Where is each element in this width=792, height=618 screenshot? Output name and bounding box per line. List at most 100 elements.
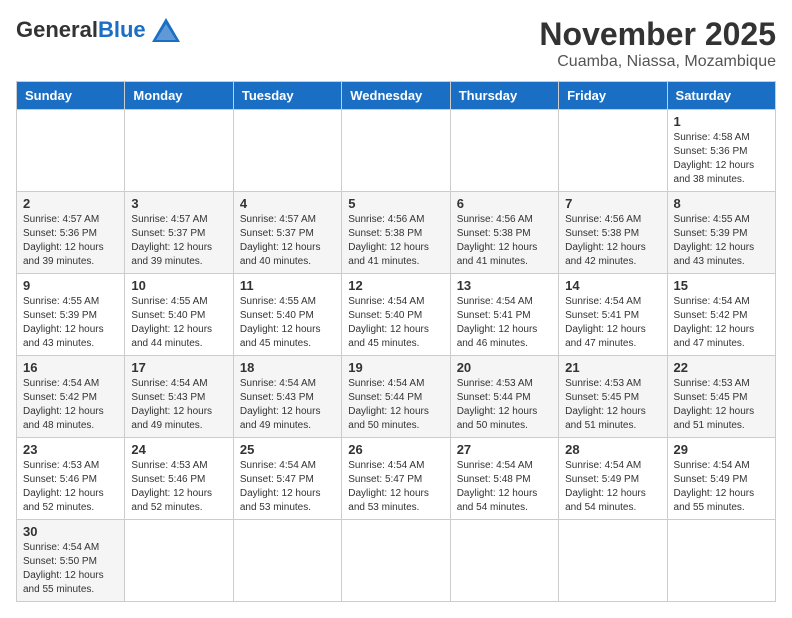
day-info: Sunrise: 4:55 AM Sunset: 5:40 PM Dayligh…: [240, 295, 335, 351]
day-info: Sunrise: 4:55 AM Sunset: 5:39 PM Dayligh…: [674, 213, 769, 269]
calendar-day-28: 28 Sunrise: 4:54 AM Sunset: 5:49 PM Dayli…: [559, 438, 667, 520]
day-info: Sunrise: 4:54 AM Sunset: 5:49 PM Dayligh…: [565, 459, 660, 515]
calendar-day-8: 8 Sunrise: 4:55 AM Sunset: 5:39 PM Daylig…: [667, 192, 775, 274]
day-info: Sunrise: 4:55 AM Sunset: 5:39 PM Dayligh…: [23, 295, 118, 351]
calendar-day-4: 4Sunrise: 4:57 AM Sunset: 5:37 PM Daylig…: [233, 192, 341, 274]
calendar-day-1: 1Sunrise: 4:58 AM Sunset: 5:36 PM Daylig…: [667, 110, 775, 192]
day-number: 16: [23, 360, 118, 375]
calendar-day-7: 7 Sunrise: 4:56 AM Sunset: 5:38 PM Daylig…: [559, 192, 667, 274]
weekday-header-monday: Monday: [125, 82, 233, 110]
calendar-empty-cell: [342, 520, 450, 602]
day-info: Sunrise: 4:54 AM Sunset: 5:43 PM Dayligh…: [240, 377, 335, 433]
logo-general: General: [16, 17, 98, 43]
day-info: Sunrise: 4:54 AM Sunset: 5:50 PM Dayligh…: [23, 541, 118, 597]
calendar-day-21: 21 Sunrise: 4:53 AM Sunset: 5:45 PM Dayli…: [559, 356, 667, 438]
day-number: 4: [240, 196, 335, 211]
day-number: 19: [348, 360, 443, 375]
calendar-day-3: 3 Sunrise: 4:57 AM Sunset: 5:37 PM Daylig…: [125, 192, 233, 274]
day-info: Sunrise: 4:57 AM Sunset: 5:36 PM Dayligh…: [23, 213, 118, 269]
weekday-header-wednesday: Wednesday: [342, 82, 450, 110]
calendar-empty-cell: [125, 110, 233, 192]
day-number: 12: [348, 278, 443, 293]
calendar-day-25: 25Sunrise: 4:54 AM Sunset: 5:47 PM Dayli…: [233, 438, 341, 520]
day-info: Sunrise: 4:53 AM Sunset: 5:46 PM Dayligh…: [23, 459, 118, 515]
day-number: 23: [23, 442, 118, 457]
calendar-day-2: 2 Sunrise: 4:57 AM Sunset: 5:36 PM Daylig…: [17, 192, 125, 274]
calendar-day-6: 6 Sunrise: 4:56 AM Sunset: 5:38 PM Daylig…: [450, 192, 558, 274]
calendar-week-row: 1Sunrise: 4:58 AM Sunset: 5:36 PM Daylig…: [17, 110, 776, 192]
logo-icon: [150, 16, 182, 44]
day-number: 28: [565, 442, 660, 457]
logo-blue: Blue: [98, 17, 146, 43]
weekday-header-saturday: Saturday: [667, 82, 775, 110]
calendar-day-30: 30 Sunrise: 4:54 AM Sunset: 5:50 PM Dayli…: [17, 520, 125, 602]
day-number: 15: [674, 278, 769, 293]
day-number: 14: [565, 278, 660, 293]
day-info: Sunrise: 4:54 AM Sunset: 5:47 PM Dayligh…: [348, 459, 443, 515]
calendar-day-26: 26 Sunrise: 4:54 AM Sunset: 5:47 PM Dayli…: [342, 438, 450, 520]
day-info: Sunrise: 4:54 AM Sunset: 5:49 PM Dayligh…: [674, 459, 769, 515]
day-info: Sunrise: 4:56 AM Sunset: 5:38 PM Dayligh…: [565, 213, 660, 269]
calendar-day-27: 27Sunrise: 4:54 AM Sunset: 5:48 PM Dayli…: [450, 438, 558, 520]
day-info: Sunrise: 4:54 AM Sunset: 5:41 PM Dayligh…: [565, 295, 660, 351]
day-number: 6: [457, 196, 552, 211]
day-info: Sunrise: 4:54 AM Sunset: 5:44 PM Dayligh…: [348, 377, 443, 433]
day-number: 25: [240, 442, 335, 457]
weekday-header-sunday: Sunday: [17, 82, 125, 110]
day-number: 2: [23, 196, 118, 211]
day-number: 5: [348, 196, 443, 211]
day-info: Sunrise: 4:53 AM Sunset: 5:46 PM Dayligh…: [131, 459, 226, 515]
calendar-day-11: 11 Sunrise: 4:55 AM Sunset: 5:40 PM Dayli…: [233, 274, 341, 356]
day-number: 26: [348, 442, 443, 457]
calendar-empty-cell: [450, 520, 558, 602]
calendar-day-17: 17 Sunrise: 4:54 AM Sunset: 5:43 PM Dayli…: [125, 356, 233, 438]
calendar-empty-cell: [233, 520, 341, 602]
day-info: Sunrise: 4:53 AM Sunset: 5:45 PM Dayligh…: [674, 377, 769, 433]
calendar-week-row: 9 Sunrise: 4:55 AM Sunset: 5:39 PM Daylig…: [17, 274, 776, 356]
day-info: Sunrise: 4:54 AM Sunset: 5:42 PM Dayligh…: [23, 377, 118, 433]
day-number: 21: [565, 360, 660, 375]
day-info: Sunrise: 4:54 AM Sunset: 5:40 PM Dayligh…: [348, 295, 443, 351]
header: General Blue November 2025 Cuamba, Niass…: [16, 16, 776, 71]
day-info: Sunrise: 4:54 AM Sunset: 5:43 PM Dayligh…: [131, 377, 226, 433]
calendar-empty-cell: [559, 520, 667, 602]
calendar-week-row: 2 Sunrise: 4:57 AM Sunset: 5:36 PM Daylig…: [17, 192, 776, 274]
logo-text: General Blue: [16, 16, 182, 44]
day-info: Sunrise: 4:54 AM Sunset: 5:41 PM Dayligh…: [457, 295, 552, 351]
day-number: 3: [131, 196, 226, 211]
day-info: Sunrise: 4:57 AM Sunset: 5:37 PM Dayligh…: [131, 213, 226, 269]
day-number: 11: [240, 278, 335, 293]
calendar-week-row: 30 Sunrise: 4:54 AM Sunset: 5:50 PM Dayli…: [17, 520, 776, 602]
day-number: 13: [457, 278, 552, 293]
day-info: Sunrise: 4:54 AM Sunset: 5:42 PM Dayligh…: [674, 295, 769, 351]
weekday-header-row: SundayMondayTuesdayWednesdayThursdayFrid…: [17, 82, 776, 110]
day-number: 18: [240, 360, 335, 375]
day-number: 1: [674, 114, 769, 129]
day-number: 10: [131, 278, 226, 293]
calendar-day-19: 19 Sunrise: 4:54 AM Sunset: 5:44 PM Dayli…: [342, 356, 450, 438]
calendar-week-row: 23 Sunrise: 4:53 AM Sunset: 5:46 PM Dayli…: [17, 438, 776, 520]
day-number: 24: [131, 442, 226, 457]
month-title: November 2025: [539, 16, 776, 53]
day-number: 8: [674, 196, 769, 211]
day-number: 30: [23, 524, 118, 539]
day-number: 7: [565, 196, 660, 211]
calendar-day-14: 14 Sunrise: 4:54 AM Sunset: 5:41 PM Dayli…: [559, 274, 667, 356]
calendar-empty-cell: [667, 520, 775, 602]
day-number: 29: [674, 442, 769, 457]
day-info: Sunrise: 4:56 AM Sunset: 5:38 PM Dayligh…: [457, 213, 552, 269]
calendar-empty-cell: [559, 110, 667, 192]
day-number: 17: [131, 360, 226, 375]
calendar-day-18: 18 Sunrise: 4:54 AM Sunset: 5:43 PM Dayli…: [233, 356, 341, 438]
calendar-day-24: 24 Sunrise: 4:53 AM Sunset: 5:46 PM Dayli…: [125, 438, 233, 520]
day-info: Sunrise: 4:53 AM Sunset: 5:45 PM Dayligh…: [565, 377, 660, 433]
weekday-header-tuesday: Tuesday: [233, 82, 341, 110]
day-number: 9: [23, 278, 118, 293]
day-info: Sunrise: 4:54 AM Sunset: 5:48 PM Dayligh…: [457, 459, 552, 515]
calendar-table: SundayMondayTuesdayWednesdayThursdayFrid…: [16, 81, 776, 602]
calendar-day-13: 13 Sunrise: 4:54 AM Sunset: 5:41 PM Dayli…: [450, 274, 558, 356]
calendar-empty-cell: [233, 110, 341, 192]
calendar-day-29: 29 Sunrise: 4:54 AM Sunset: 5:49 PM Dayli…: [667, 438, 775, 520]
calendar-day-5: 5Sunrise: 4:56 AM Sunset: 5:38 PM Daylig…: [342, 192, 450, 274]
calendar-empty-cell: [125, 520, 233, 602]
